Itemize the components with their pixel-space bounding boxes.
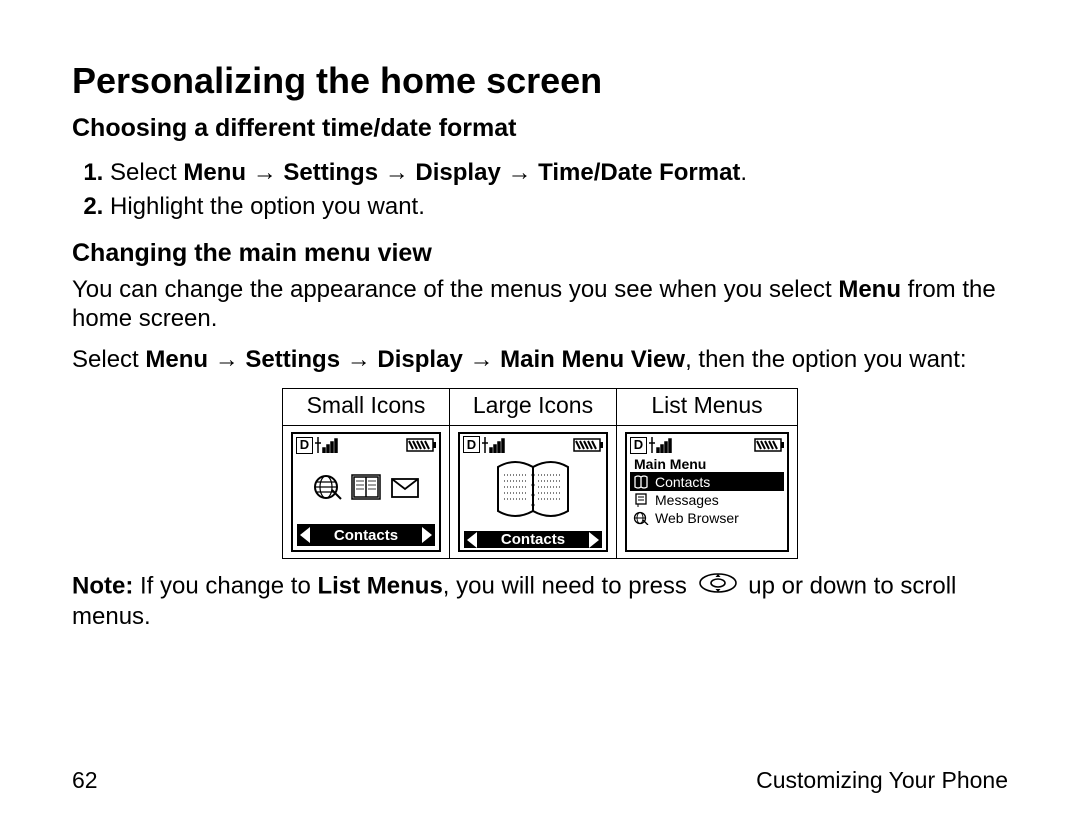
col-list-menus: List Menus [617,389,798,426]
book-icon [348,469,384,511]
open-book-icon [488,455,578,531]
subheading-main-menu-view: Changing the main menu view [72,239,1008,268]
list-item-label: Messages [655,492,719,508]
menu-label: Menu [183,159,246,186]
main-menu-desc: You can change the appearance of the men… [72,276,1008,334]
right-arrow-icon [589,532,599,548]
small-icons-preview: D [291,432,441,552]
step1-text: Select [110,159,183,186]
digital-indicator-icon: D [296,437,313,454]
list-item-label: Contacts [655,474,710,490]
page-title: Personalizing the home screen [72,60,1008,102]
signal-icon [482,437,506,453]
signal-icon [315,437,339,453]
menu-view-table: Small Icons Large Icons List Menus D [282,388,798,559]
step-1: Select Menu → Settings → Display → Time/… [110,159,1008,187]
subheading-time-date: Choosing a different time/date format [72,114,1008,143]
left-arrow-icon [300,527,310,543]
list-item: Messages [630,491,784,509]
settings-label: Settings [283,159,378,186]
arrow-icon: → [215,346,239,373]
large-icons-preview: D [458,432,608,552]
section-title: Customizing Your Phone [756,767,1008,794]
tdf-label: Time/Date Format [538,159,740,186]
book-small-icon [633,475,649,489]
list-title: Main Menu [630,456,784,473]
note-text: Note: If you change to List Menus, you w… [72,571,1008,632]
envelope-icon [390,475,420,505]
scroll-key-icon [698,571,738,603]
list-item: Contacts [630,473,784,491]
arrow-icon: → [347,346,371,373]
arrow-icon: → [253,159,277,186]
col-small-icons: Small Icons [283,389,450,426]
arrow-icon: → [385,159,409,186]
small-footer-label: Contacts [334,527,398,544]
arrow-icon: → [469,346,493,373]
right-arrow-icon [422,527,432,543]
digital-indicator-icon: D [463,436,480,453]
globe-small-icon [633,511,649,525]
battery-icon [406,438,436,452]
list-item: Web Browser [630,509,784,527]
main-menu-instruction: Select Menu → Settings → Display → Main … [72,346,1008,375]
large-footer-label: Contacts [501,531,565,548]
battery-icon [573,438,603,452]
globe-icon [312,472,342,508]
list-item-label: Web Browser [655,510,739,526]
list-menus-preview: D Main Menu Contacts [625,432,789,552]
display-label: Display [415,159,500,186]
arrow-icon: → [507,159,531,186]
message-small-icon [633,493,649,507]
step-2: Highlight the option you want. [110,193,1008,221]
col-large-icons: Large Icons [450,389,617,426]
signal-icon [649,437,673,453]
digital-indicator-icon: D [630,437,647,454]
left-arrow-icon [467,532,477,548]
battery-icon [754,438,784,452]
page-number: 62 [72,767,98,794]
